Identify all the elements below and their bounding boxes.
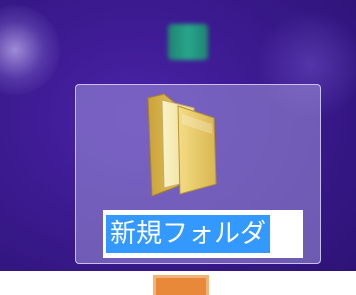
desktop-background: 新規フォルダ [0, 0, 356, 295]
app-icon[interactable] [168, 24, 208, 60]
rename-field[interactable]: 新規フォルダ [103, 210, 303, 258]
app-icon[interactable] [153, 275, 209, 295]
folder-name-selected-text[interactable]: 新規フォルダ [106, 215, 271, 253]
folder-icon[interactable] [142, 88, 222, 198]
wallpaper-glow [0, 5, 60, 95]
